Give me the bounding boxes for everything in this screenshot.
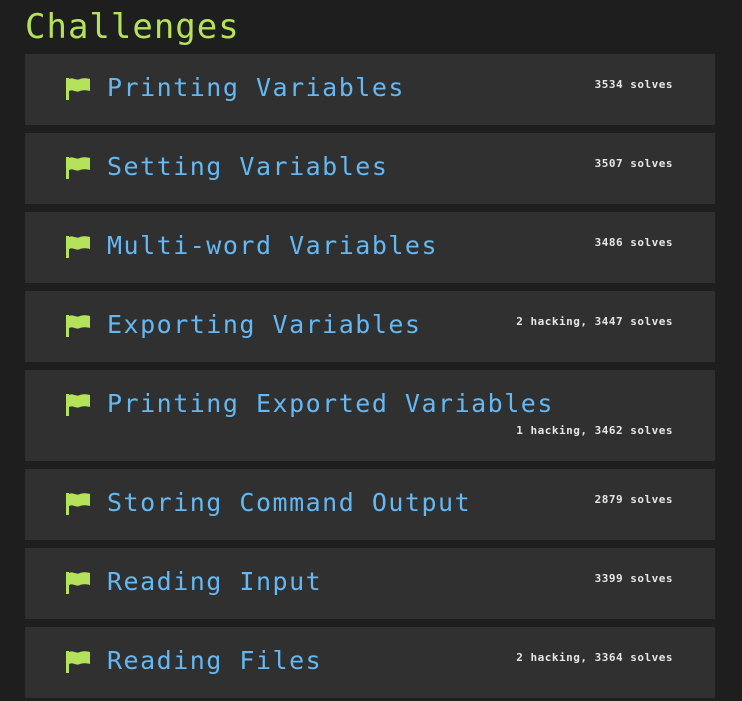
challenge-item-printing-exported-variables[interactable]: Printing Exported Variables 1 hacking, 3… xyxy=(25,370,715,461)
challenge-solves: 2 hacking, 3447 solves xyxy=(516,315,673,328)
challenge-item-reading-files[interactable]: Reading Files 2 hacking, 3364 solves xyxy=(25,627,715,698)
flag-icon xyxy=(66,394,90,416)
challenge-name: Printing Variables xyxy=(107,73,405,102)
flag-icon xyxy=(66,315,90,337)
challenge-item-multi-word-variables[interactable]: Multi-word Variables 3486 solves xyxy=(25,212,715,283)
challenge-item-setting-variables[interactable]: Setting Variables 3507 solves xyxy=(25,133,715,204)
challenge-item-printing-variables[interactable]: Printing Variables 3534 solves xyxy=(25,54,715,125)
flag-icon xyxy=(66,78,90,100)
challenge-list: Printing Variables 3534 solves Setting V… xyxy=(25,54,715,701)
challenge-solves: 3399 solves xyxy=(594,572,673,585)
flag-icon xyxy=(66,651,90,673)
challenge-solves: 1 hacking, 3462 solves xyxy=(516,424,673,437)
flag-icon xyxy=(66,157,90,179)
challenge-solves: 3507 solves xyxy=(594,157,673,170)
challenges-page: Challenges Printing Variables 3534 solve… xyxy=(0,0,742,701)
challenge-name: Multi-word Variables xyxy=(107,231,439,260)
challenge-solves: 3534 solves xyxy=(594,78,673,91)
challenge-name: Setting Variables xyxy=(107,152,389,181)
flag-icon xyxy=(66,493,90,515)
challenge-solves: 3486 solves xyxy=(594,236,673,249)
challenge-name: Reading Input xyxy=(107,567,323,596)
challenge-item-storing-command-output[interactable]: Storing Command Output 2879 solves xyxy=(25,469,715,540)
challenge-solves: 2879 solves xyxy=(594,493,673,506)
challenge-name: Printing Exported Variables xyxy=(107,389,554,418)
challenge-name: Exporting Variables xyxy=(107,310,422,339)
challenge-name: Storing Command Output xyxy=(107,488,472,517)
challenge-item-reading-input[interactable]: Reading Input 3399 solves xyxy=(25,548,715,619)
challenge-item-exporting-variables[interactable]: Exporting Variables 2 hacking, 3447 solv… xyxy=(25,291,715,362)
challenge-solves: 2 hacking, 3364 solves xyxy=(516,651,673,664)
page-title: Challenges xyxy=(25,7,240,47)
flag-icon xyxy=(66,236,90,258)
flag-icon xyxy=(66,572,90,594)
challenge-name: Reading Files xyxy=(107,646,323,675)
